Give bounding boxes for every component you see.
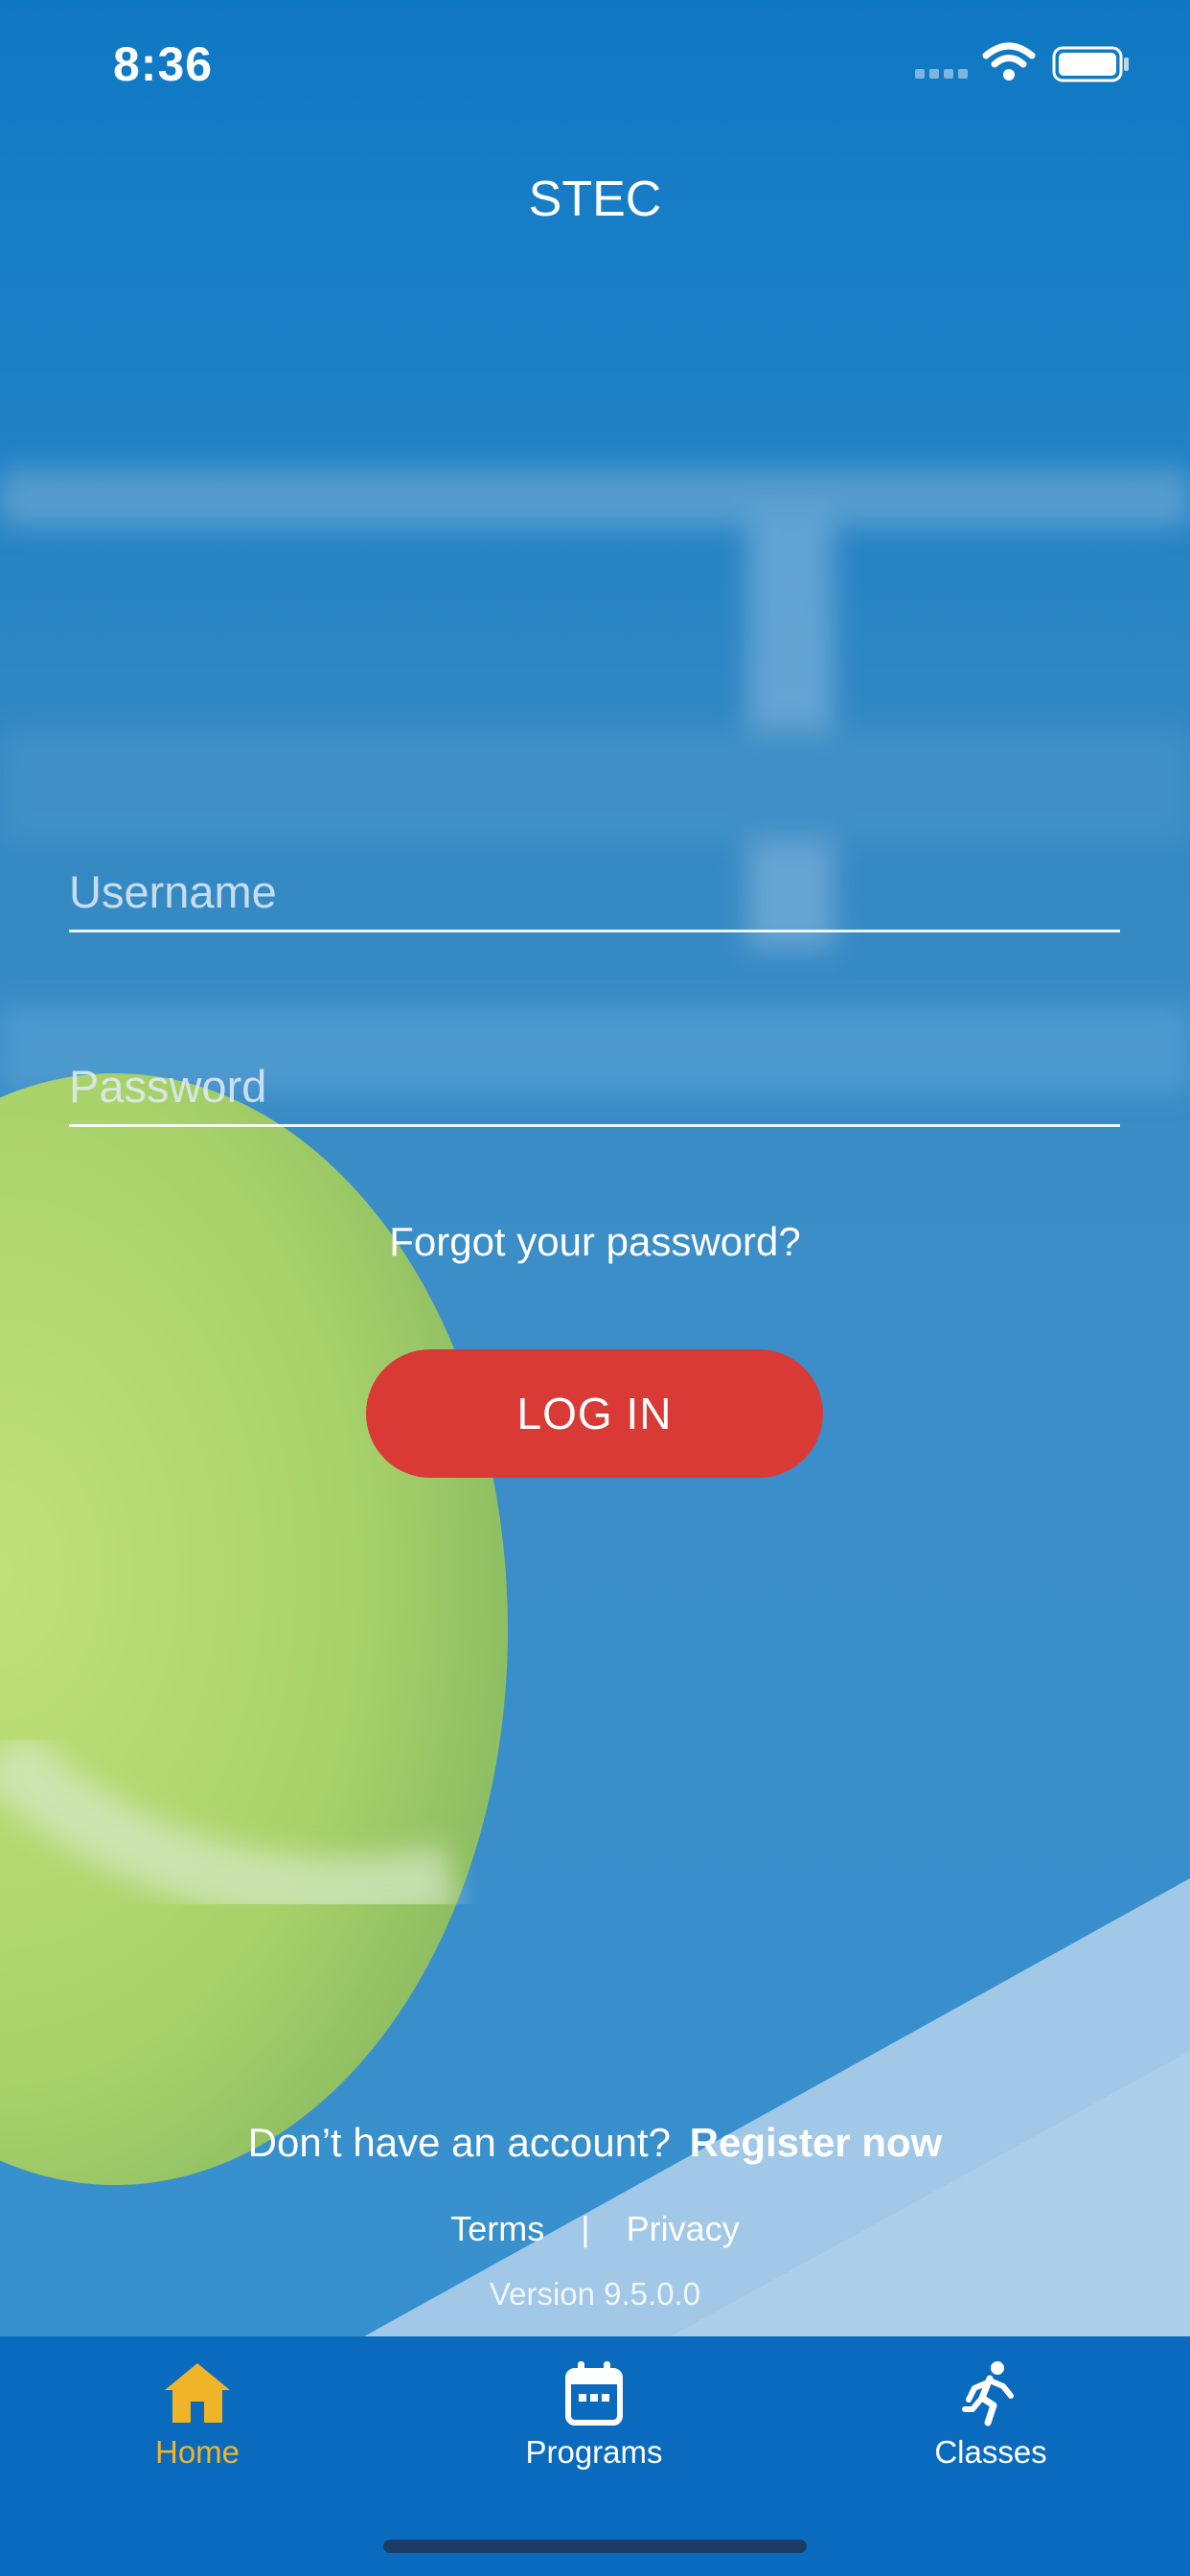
tab-classes[interactable]: Classes bbox=[847, 2359, 1134, 2471]
home-icon bbox=[165, 2363, 230, 2423]
forgot-password-link[interactable]: Forgot your password? bbox=[0, 1219, 1190, 1265]
privacy-link[interactable]: Privacy bbox=[627, 2209, 740, 2249]
login-button[interactable]: LOG IN bbox=[366, 1349, 823, 1478]
tab-programs[interactable]: Programs bbox=[450, 2359, 738, 2471]
tab-programs-label: Programs bbox=[525, 2434, 663, 2470]
home-indicator[interactable] bbox=[383, 2540, 807, 2553]
background-photo bbox=[0, 0, 1190, 2576]
battery-icon bbox=[1052, 46, 1129, 82]
tab-home-label: Home bbox=[154, 2434, 240, 2470]
legal-links: Terms | Privacy bbox=[0, 2209, 1190, 2249]
register-prompt-row: Don’t have an account? Register now bbox=[0, 2120, 1190, 2166]
page-title: STEC bbox=[528, 172, 662, 227]
status-time: 8:36 bbox=[113, 37, 214, 91]
username-input[interactable] bbox=[69, 853, 1120, 930]
username-field-container bbox=[69, 853, 1120, 932]
cellular-signal-icon bbox=[915, 69, 968, 79]
tab-classes-label: Classes bbox=[934, 2434, 1047, 2470]
version-label: Version 9.5.0.0 bbox=[489, 2276, 701, 2312]
password-field-container bbox=[69, 1047, 1120, 1127]
terms-link[interactable]: Terms bbox=[450, 2209, 544, 2249]
register-prompt-text: Don’t have an account? bbox=[247, 2120, 671, 2165]
password-input[interactable] bbox=[69, 1047, 1120, 1124]
calendar-icon bbox=[565, 2361, 623, 2426]
status-bar: 8:36 bbox=[0, 0, 1190, 134]
register-now-link[interactable]: Register now bbox=[690, 2120, 943, 2165]
running-person-icon bbox=[962, 2361, 1014, 2426]
tab-home[interactable]: Home bbox=[54, 2359, 341, 2471]
wifi-icon bbox=[982, 42, 1036, 80]
legal-separator: | bbox=[581, 2209, 590, 2248]
